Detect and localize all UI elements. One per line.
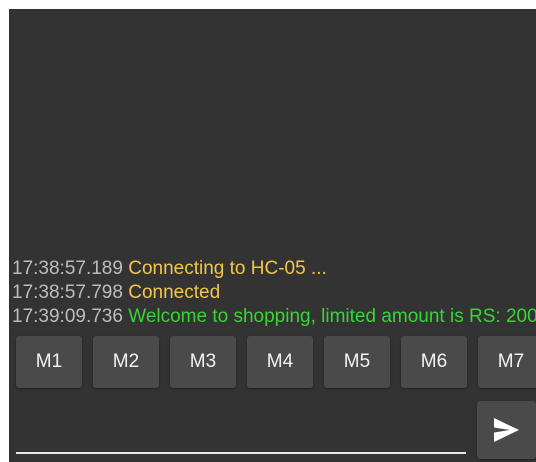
- macro-button-m2[interactable]: M2: [93, 336, 159, 388]
- macro-button-m3[interactable]: M3: [170, 336, 236, 388]
- macro-button-m6[interactable]: M6: [401, 336, 467, 388]
- terminal-screen: 17:38:57.189 Connecting to HC-05 ... 17:…: [9, 9, 536, 462]
- log-line: 17:38:57.189 Connecting to HC-05 ...: [12, 257, 536, 281]
- log-message: Connecting to HC-05 ...: [128, 258, 327, 279]
- log-timestamp: 17:38:57.798: [12, 282, 123, 303]
- macro-button-m1[interactable]: M1: [16, 336, 82, 388]
- send-button[interactable]: [477, 401, 536, 459]
- log-message: Welcome to shopping, limited amount is R…: [128, 306, 536, 327]
- send-icon: [494, 418, 519, 442]
- message-input[interactable]: [16, 404, 470, 456]
- log-timestamp: 17:39:09.736: [12, 306, 123, 327]
- input-underline: [16, 452, 466, 454]
- message-input-container: [16, 404, 470, 456]
- log-line: 17:38:57.798 Connected: [12, 281, 536, 305]
- macro-button-m5[interactable]: M5: [324, 336, 390, 388]
- macro-button-m7[interactable]: M7: [478, 336, 536, 388]
- terminal-log: 17:38:57.189 Connecting to HC-05 ... 17:…: [12, 257, 536, 329]
- log-line: 17:39:09.736 Welcome to shopping, limite…: [12, 305, 536, 329]
- macro-button-m4[interactable]: M4: [247, 336, 313, 388]
- macro-button-row: M1 M2 M3 M4 M5 M6 M7: [16, 336, 536, 388]
- log-timestamp: 17:38:57.189: [12, 258, 123, 279]
- log-message: Connected: [128, 282, 221, 303]
